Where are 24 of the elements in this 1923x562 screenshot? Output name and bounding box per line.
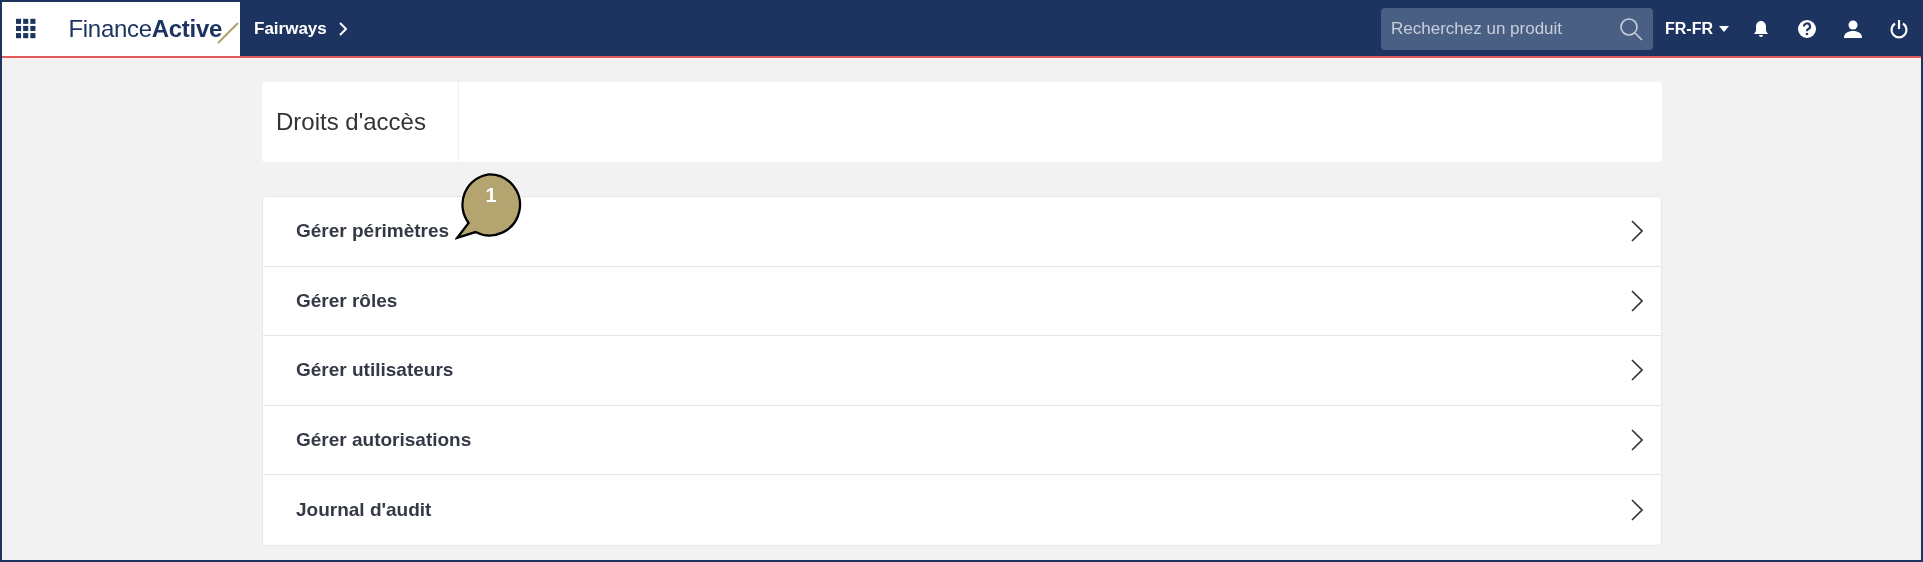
menu-item[interactable]: Journal d'audit (263, 475, 1661, 545)
chevron-icon (1631, 289, 1643, 312)
page-title: Droits d'accès (276, 108, 426, 136)
breadcrumb-link[interactable]: Fairways (254, 19, 327, 39)
menu-item[interactable]: Gérer rôles (263, 266, 1661, 336)
search-field[interactable]: Recherchez un produit (1389, 18, 1619, 40)
logo-text: FinanceActive (68, 15, 222, 43)
chevron-icon (1631, 428, 1643, 451)
search-bar[interactable]: Recherchez un produit (1381, 8, 1653, 50)
chevron-icon (1631, 359, 1643, 382)
chevron-icon (338, 22, 347, 36)
notifications-icon[interactable] (1751, 19, 1771, 39)
power-icon[interactable] (1889, 19, 1909, 39)
chevron-icon (1631, 498, 1643, 521)
language-dropdown[interactable]: FR-FR (1665, 20, 1729, 38)
callout-bubble: 1 (455, 172, 524, 241)
menu-item[interactable]: Gérer autorisations (263, 405, 1661, 475)
caret-icon (1719, 26, 1729, 32)
menu-item[interactable]: Gérer utilisateurs (263, 336, 1661, 406)
apps-grid-icon[interactable] (16, 18, 37, 40)
chevron-icon (1631, 220, 1643, 243)
search-icon[interactable] (1619, 17, 1643, 41)
help-icon[interactable] (1797, 19, 1817, 39)
user-icon[interactable] (1843, 19, 1863, 39)
